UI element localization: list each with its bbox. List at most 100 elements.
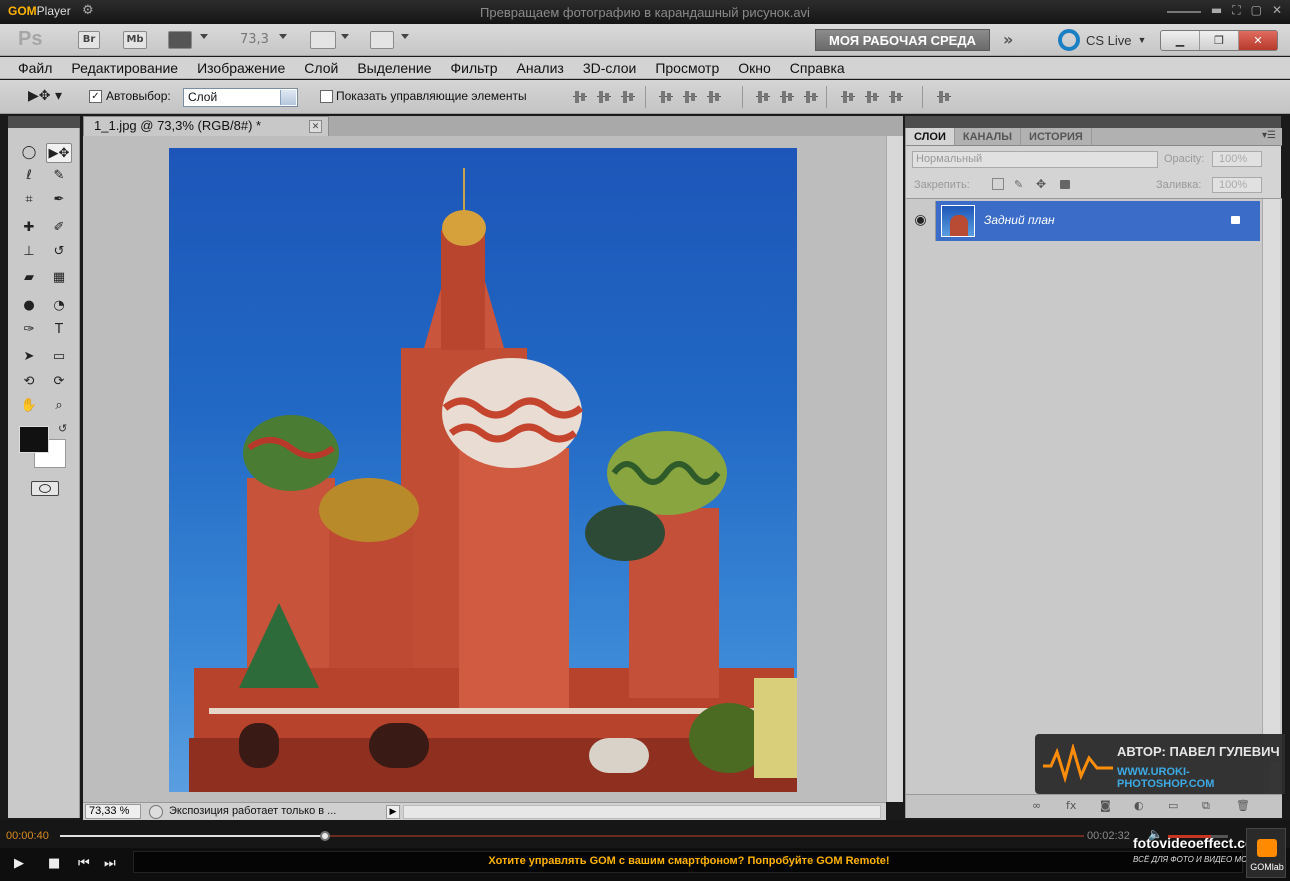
gom-title-bar[interactable]: GOMPlayer ⚙ Превращаем фотографию в кара… — [0, 0, 1290, 24]
eraser-tool-icon[interactable]: ▰ — [16, 268, 42, 288]
move-tool-preset-icon[interactable]: ▶✥ ▾ — [28, 88, 62, 104]
lock-position-icon[interactable]: ✥ — [1036, 177, 1046, 191]
workspace-button[interactable]: МОЯ РАБОЧАЯ СРЕДА — [815, 29, 990, 51]
screen-mode-dropdown-icon[interactable] — [401, 34, 409, 39]
canvas-vertical-scrollbar[interactable] — [886, 136, 903, 802]
cs-live-menu[interactable]: CS Live ▼ — [1058, 29, 1146, 51]
new-layer-icon[interactable]: ⧉ — [1202, 799, 1216, 812]
menu-image[interactable]: Изображение — [197, 57, 285, 78]
tab-layers[interactable]: СЛОИ — [906, 128, 955, 145]
link-layers-icon[interactable]: ∞ — [1032, 799, 1046, 812]
lasso-tool-icon[interactable]: ℓ — [16, 166, 42, 186]
layer-style-icon[interactable]: fx — [1066, 799, 1080, 812]
document-tab[interactable]: 1_1.jpg @ 73,3% (RGB/8#) * ✕ — [83, 116, 329, 136]
arrange-dropdown-icon[interactable] — [341, 34, 349, 39]
crop-tool-icon[interactable]: ⌗ — [16, 190, 42, 210]
align-icon[interactable] — [779, 89, 795, 105]
play-icon[interactable]: ▶ — [14, 856, 24, 871]
align-icon[interactable] — [658, 89, 674, 105]
layer-name[interactable]: Задний план — [984, 213, 1055, 227]
pen-tool-icon[interactable]: ✑ — [16, 320, 42, 340]
menu-layer[interactable]: Слой — [304, 57, 338, 78]
gom-always-on-top-bar[interactable] — [1166, 11, 1201, 13]
move-tool-icon[interactable]: ▶✥ — [46, 143, 72, 163]
align-icon[interactable] — [936, 89, 952, 105]
adjustment-layer-icon[interactable]: ◐ — [1134, 799, 1148, 812]
eyedropper-tool-icon[interactable]: ✒ — [46, 190, 72, 210]
quick-select-tool-icon[interactable]: ✎ — [46, 166, 72, 186]
panel-menu-icon[interactable]: ▾☰ — [1262, 130, 1276, 141]
gom-ticker[interactable]: Хотите управлять GOM с вашим смартфоном?… — [133, 851, 1243, 873]
gomlab-button[interactable]: GOMlab — [1246, 828, 1286, 878]
dodge-tool-icon[interactable]: ◔ — [46, 296, 72, 316]
ps-minimize-icon[interactable]: ▁ — [1161, 31, 1200, 50]
gom-maximize-icon[interactable]: ▢ — [1251, 3, 1262, 18]
gom-fullscreen-icon[interactable]: ⛶ — [1232, 3, 1240, 18]
swap-colors-icon[interactable]: ↺ — [58, 422, 67, 435]
align-icon[interactable] — [888, 89, 904, 105]
foreground-color-swatch[interactable] — [19, 426, 49, 453]
3d-rotate-tool-icon[interactable]: ⟲ — [16, 372, 42, 392]
status-menu-arrow-icon[interactable]: ▶ — [386, 805, 400, 819]
menu-edit[interactable]: Редактирование — [71, 57, 178, 78]
tab-channels[interactable]: КАНАЛЫ — [955, 128, 1022, 145]
opacity-field[interactable]: 100% — [1212, 151, 1262, 167]
zoom-tool-icon[interactable]: ⌕ — [46, 396, 72, 416]
close-icon[interactable]: ✕ — [309, 120, 322, 133]
hand-tool-icon[interactable]: ✋ — [16, 396, 42, 416]
layers-scrollbar[interactable] — [1262, 199, 1280, 795]
workspace-more-icon[interactable]: » — [1003, 30, 1013, 49]
menu-3d[interactable]: 3D-слои — [583, 57, 637, 78]
arrange-documents-button[interactable] — [310, 31, 336, 49]
seek-handle[interactable] — [320, 831, 331, 841]
layer-row-background[interactable]: ◉ Задний план — [906, 201, 1260, 241]
status-options-icon[interactable] — [149, 805, 163, 819]
layer-mask-icon[interactable]: ◙ — [1100, 799, 1114, 812]
type-tool-icon[interactable]: T — [46, 320, 72, 340]
mini-bridge-button[interactable]: Mb — [123, 31, 147, 49]
shape-tool-icon[interactable]: ▭ — [46, 347, 72, 367]
align-icon[interactable] — [572, 89, 588, 105]
gom-minimize-icon[interactable]: ▬ — [1211, 3, 1222, 18]
stop-icon[interactable]: ■ — [48, 856, 60, 871]
autoselect-select[interactable]: Слой — [183, 88, 298, 107]
align-icon[interactable] — [706, 89, 722, 105]
path-select-tool-icon[interactable]: ➤ — [16, 347, 42, 367]
fill-field[interactable]: 100% — [1212, 177, 1262, 193]
align-icon[interactable] — [755, 89, 771, 105]
align-icon[interactable] — [840, 89, 856, 105]
tab-history[interactable]: ИСТОРИЯ — [1021, 128, 1092, 145]
panels-header[interactable] — [905, 116, 1281, 128]
zoom-percent-field[interactable]: 73,33 % — [85, 804, 141, 819]
lock-transparency-icon[interactable] — [992, 178, 1004, 190]
zoom-level-combo[interactable]: 73,3 — [240, 32, 269, 47]
menu-window[interactable]: Окно — [738, 57, 771, 78]
marquee-tool-icon[interactable]: ◯ — [16, 143, 42, 163]
align-icon[interactable] — [682, 89, 698, 105]
menu-help[interactable]: Справка — [790, 57, 845, 78]
screen-mode-button[interactable] — [370, 31, 394, 49]
3d-orbit-tool-icon[interactable]: ⟳ — [46, 372, 72, 392]
tools-panel-header[interactable] — [8, 116, 80, 128]
ps-restore-icon[interactable]: ❐ — [1200, 31, 1239, 50]
menu-select[interactable]: Выделение — [357, 57, 431, 78]
menu-file[interactable]: Файл — [18, 57, 52, 78]
next-icon[interactable]: ⏭ — [104, 856, 116, 871]
previous-icon[interactable]: ⏮ — [78, 856, 90, 871]
healing-brush-tool-icon[interactable]: ✚ — [16, 218, 42, 238]
history-brush-tool-icon[interactable]: ↺ — [46, 242, 72, 262]
align-icon[interactable] — [620, 89, 636, 105]
extras-button[interactable] — [168, 31, 192, 49]
align-icon[interactable] — [864, 89, 880, 105]
lock-all-icon[interactable] — [1060, 180, 1070, 189]
ps-close-icon[interactable]: ✕ — [1239, 31, 1277, 50]
eye-icon[interactable]: ◉ — [906, 201, 936, 241]
align-icon[interactable] — [803, 89, 819, 105]
gradient-tool-icon[interactable]: ▦ — [46, 268, 72, 288]
gom-close-icon[interactable]: ✕ — [1272, 3, 1282, 18]
new-group-icon[interactable]: ▭ — [1168, 799, 1182, 812]
blend-mode-select[interactable]: Нормальный — [912, 151, 1158, 168]
show-transform-checkbox[interactable] — [320, 90, 333, 103]
quick-mask-button[interactable] — [31, 481, 59, 496]
brush-tool-icon[interactable]: ✐ — [46, 218, 72, 238]
